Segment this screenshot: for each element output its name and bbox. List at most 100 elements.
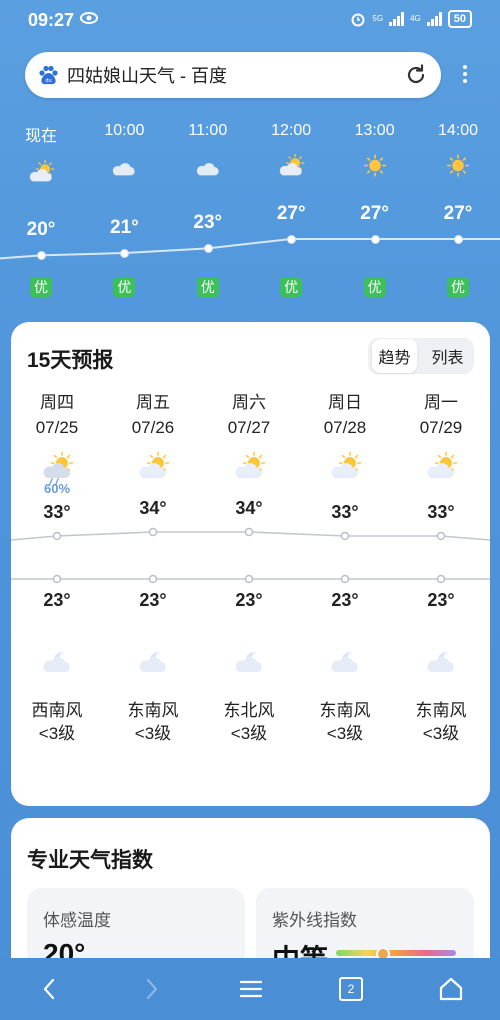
partly-cloudy-icon [421,451,461,486]
high-temp-dot [244,527,254,537]
hour-column: 12:00 27° 优 [249,110,333,297]
aqi-badge: 优 [280,277,303,297]
feels-like-label: 体感温度 [43,911,111,930]
hour-label: 10:00 [104,122,145,139]
signal-icon-2 [426,12,442,26]
aqi-badge: 优 [30,277,52,297]
alarm-icon [351,13,365,27]
status-time: 09:27 [28,10,75,30]
wind-direction: 西南风 [31,701,83,720]
hour-label: 13:00 [354,122,395,139]
signal-icon [389,12,405,26]
day-high-temp: 34° [235,498,263,518]
low-temp-dot [340,574,350,584]
precip-probability: 60% [43,481,71,496]
day-low-temp: 23° [331,590,359,610]
wind-level: <3级 [230,724,268,743]
weather-index-card: 专业天气指数 体感温度 20° 紫外线指数 中等 [11,818,490,1008]
hour-temp: 27° [276,203,306,224]
tab-count: 2 [339,977,363,1001]
hour-column: 10:00 21° 优 [82,110,166,297]
hour-label: 12:00 [271,122,312,139]
sunny-icon [441,154,475,182]
moon-night-icon [423,646,459,680]
wind-level: <3级 [134,724,172,743]
day-weekday: 周六 [232,393,266,412]
wind-level: <3级 [326,724,364,743]
day-weekday: 周四 [40,393,74,412]
wind-direction: 东南风 [319,701,371,720]
bottom-nav: 2 [0,958,500,1020]
battery-icon: 50 [447,10,472,28]
day-low-temp: 23° [235,590,263,610]
wind-direction: 东南风 [127,701,179,720]
partly-cloudy-icon [24,159,58,188]
partly-cloudy-icon [274,153,308,182]
back-icon[interactable] [35,974,65,1004]
menu-icon[interactable] [236,974,266,1004]
tabs-button[interactable]: 2 [336,974,366,1004]
day-weekday: 周日 [328,393,362,412]
address-bar[interactable]: du 四姑娘山天气 - 百度 [25,52,441,98]
page-title[interactable]: 四姑娘山天气 - 百度 [67,62,403,88]
network-4g-label: 4G [410,14,421,23]
wind-direction: 东南风 [415,701,467,720]
baidu-logo-icon: du [39,65,58,85]
moon-night-icon [231,646,267,680]
moon-night-icon [135,646,171,680]
hour-column: 13:00 27° 优 [333,110,417,297]
hour-column: 现在 20° 优 [0,110,83,297]
aqi-badge: 优 [113,277,136,297]
hourly-forecast: 现在 20° 优 10:00 21° 优 11:00 23° 优 12:00 27° 优 13:00 27… [0,110,500,310]
hour-temp: 23° [193,212,223,234]
day-high-temp: 33° [43,502,71,522]
partly-cloudy-icon [229,451,269,486]
aqi-badge: 优 [363,277,386,297]
uv-index-label: 紫外线指数 [272,911,357,930]
home-icon[interactable] [436,974,466,1004]
day-low-temp: 23° [139,590,167,610]
forward-icon[interactable] [136,974,166,1004]
aqi-badge: 优 [196,277,219,297]
hour-temp-dot [370,235,380,244]
high-temp-dot [52,531,62,541]
day-date: 07/28 [323,418,367,437]
moon-night-icon [39,646,75,680]
moon-night-icon [327,646,363,680]
network-5g-label: 5G [372,14,384,23]
day-date: 07/26 [131,418,175,437]
low-temp-dot [436,574,446,584]
hour-temp: 27° [443,203,473,224]
day-date: 07/25 [35,418,79,437]
hour-temp: 27° [360,203,389,224]
hour-temp-dot [454,235,463,244]
low-temp-dot [244,574,254,584]
day-low-temp: 23° [427,590,455,610]
status-bar: 09:27 5G 4G 50 [0,0,500,40]
cloudy-icon [191,154,225,182]
day-weekday: 周一 [424,393,458,412]
reload-icon[interactable] [403,62,429,88]
low-temp-dot [148,574,158,584]
hour-temp: 20° [26,219,56,241]
aqi-badge: 优 [447,277,469,297]
partly-cloudy-icon [325,451,365,486]
index-title: 专业天气指数 [27,849,153,872]
high-temp-dot [340,531,350,541]
wind-level: <3级 [422,724,460,743]
high-temp-dot [436,531,446,541]
day-high-temp: 33° [427,502,455,522]
partly-cloudy-icon [133,451,173,486]
low-temp-dot [52,574,62,584]
hour-column: 14:00 27° 优 [416,110,500,297]
status-icons: 5G 4G 50 [350,10,472,28]
hour-label: 11:00 [188,122,228,139]
wind-direction: 东北风 [223,701,275,720]
day-weekday: 周五 [136,393,170,412]
wind-level: <3级 [38,724,76,743]
hour-label: 14:00 [437,122,479,139]
uv-scale-bar [336,947,456,961]
more-menu-icon[interactable] [458,62,472,88]
day-low-temp: 23° [43,590,71,610]
hour-temp: 21° [110,217,139,238]
